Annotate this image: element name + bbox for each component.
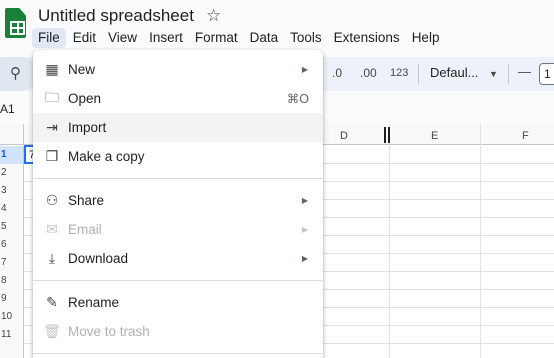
star-icon[interactable]: ☆ [206,6,221,26]
menu-separator [33,353,323,354]
increase-decimal-button[interactable]: .00 [360,66,377,80]
row-header[interactable]: 10 [0,308,24,326]
menu-item-label: Move to trash [68,324,150,339]
trash-icon: 🗑 [43,323,61,339]
menu-file[interactable]: File [32,28,66,48]
chevron-down-icon[interactable]: ▼ [489,69,498,79]
column-header-d[interactable]: D [340,130,348,142]
menu-extensions[interactable]: Extensions [328,28,406,48]
submenu-arrow-icon: ▶ [301,254,308,263]
row-header[interactable]: 2 [0,164,24,182]
column-header-f[interactable]: F [522,130,529,142]
folder-icon: 🗀 [45,88,59,105]
shortcut-label: ⌘O [286,92,309,106]
column-divider [389,124,390,358]
row-header[interactable]: 7 [0,254,24,272]
menu-item-label: Rename [68,295,120,310]
sheets-window: Untitled spreadsheet ☆ File Edit View In… [0,0,554,358]
menu-item-download[interactable]: ⤓ Download ▶ [33,244,323,273]
row-header[interactable]: 11 [0,326,24,358]
menu-insert[interactable]: Insert [143,28,189,48]
menu-item-label: Open [68,91,102,106]
column-divider [480,124,481,358]
submenu-arrow-icon: ▶ [301,225,308,234]
menu-item-rename[interactable]: ✎ Rename [33,288,323,317]
menu-item-label: Make a copy [68,149,145,164]
rename-icon: ✎ [46,294,58,310]
submenu-arrow-icon: ▶ [301,65,308,74]
menu-separator [33,280,323,281]
menu-separator [33,178,323,179]
menu-item-share[interactable]: ⚇ Share ▶ [33,186,323,215]
menu-bar: File Edit View Insert Format Data Tools … [32,28,445,48]
decrease-decimal-button[interactable]: .0 [332,66,342,80]
menu-tools[interactable]: Tools [284,28,328,48]
column-resize-handle[interactable] [384,127,390,143]
number-format-button[interactable]: 123 [390,67,408,79]
file-menu-dropdown: ▦ New ▶ 🗀 Open ⌘O ⇥ Import ❐ Make a copy… [33,50,323,358]
menu-item-label: Import [68,120,107,135]
menu-item-label: Email [68,222,102,237]
menu-help[interactable]: Help [406,28,446,48]
menu-item-make-a-copy[interactable]: ❐ Make a copy [33,142,323,171]
toolbar-divider [508,64,509,84]
search-icon: ⚲ [10,65,21,82]
font-size-input[interactable]: 1 [539,63,554,85]
menu-view[interactable]: View [102,28,143,48]
menu-edit[interactable]: Edit [67,28,102,48]
select-all-corner[interactable] [0,124,24,145]
name-box[interactable]: A1 [0,102,15,116]
row-header[interactable]: 8 [0,272,24,290]
person-add-icon: ⚇ [45,192,59,208]
menu-item-email: ✉ Email ▶ [33,215,323,244]
row-header[interactable]: 9 [0,290,24,308]
menu-format[interactable]: Format [189,28,244,48]
menu-item-label: Share [68,193,105,208]
import-icon: ⇥ [46,119,58,135]
submenu-arrow-icon: ▶ [301,196,308,205]
column-header-e[interactable]: E [431,130,438,142]
decrease-font-size-button[interactable]: — [518,64,531,79]
font-family-select[interactable]: Defaul... [430,65,478,80]
row-header[interactable]: 5 [0,218,24,236]
row-header[interactable]: 4 [0,200,24,218]
row-header[interactable]: 6 [0,236,24,254]
menu-item-import[interactable]: ⇥ Import [33,113,323,142]
sheets-logo-icon[interactable] [5,8,26,38]
download-icon: ⤓ [48,250,56,266]
menu-item-move-to-trash: 🗑 Move to trash [33,317,323,346]
email-icon: ✉ [46,221,58,237]
menu-data[interactable]: Data [244,28,285,48]
toolbar-divider [418,64,419,84]
row-header[interactable]: 1 [0,146,24,164]
copy-icon: ❐ [45,148,59,164]
new-sheet-icon: ▦ [45,61,59,77]
document-title[interactable]: Untitled spreadsheet [38,6,194,26]
menu-item-label: New [68,62,96,77]
menu-item-new[interactable]: ▦ New ▶ [33,55,323,84]
row-header[interactable]: 3 [0,182,24,200]
menu-item-open[interactable]: 🗀 Open ⌘O [33,84,323,113]
menu-item-label: Download [68,251,129,266]
